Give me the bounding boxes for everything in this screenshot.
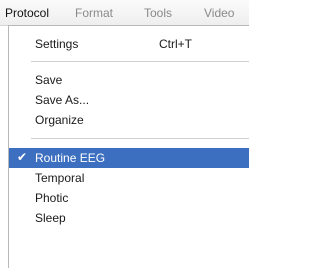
menu-item-settings[interactable]: Settings Ctrl+T <box>9 34 249 54</box>
menu-item-label: Routine EEG <box>35 151 106 165</box>
menu-item-label: Sleep <box>35 211 66 225</box>
menu-item-save-as[interactable]: Save As... <box>9 90 249 110</box>
menu-item-sleep[interactable]: Sleep <box>9 208 249 228</box>
menu-protocol[interactable]: Protocol <box>5 6 49 20</box>
menu-separator <box>31 61 249 62</box>
menu-video[interactable]: Video <box>204 6 234 20</box>
menu-bar: Protocol Format Tools Video <box>0 0 249 26</box>
menu-item-label: Organize <box>35 113 84 127</box>
menu-separator <box>31 138 249 139</box>
menu-format[interactable]: Format <box>75 6 113 20</box>
menu-item-label: Save <box>35 73 63 87</box>
menu-item-label: Settings <box>35 37 79 51</box>
menu-item-label: Photic <box>35 191 69 205</box>
protocol-dropdown-menu: Settings Ctrl+T Save Save As... Organize… <box>8 25 249 268</box>
menu-item-temporal[interactable]: Temporal <box>9 168 249 188</box>
menu-item-organize[interactable]: Organize <box>9 110 249 130</box>
menu-item-save[interactable]: Save <box>9 70 249 90</box>
app-window: Protocol Format Tools Video Settings Ctr… <box>0 0 249 268</box>
menu-tools[interactable]: Tools <box>144 6 172 20</box>
menu-item-label: Temporal <box>35 171 85 185</box>
check-icon: ✔ <box>16 150 28 164</box>
menu-item-photic[interactable]: Photic <box>9 188 249 208</box>
menu-item-routine-eeg[interactable]: ✔ Routine EEG <box>9 148 249 168</box>
menu-item-label: Save As... <box>35 93 90 107</box>
menu-item-shortcut: Ctrl+T <box>159 37 192 51</box>
